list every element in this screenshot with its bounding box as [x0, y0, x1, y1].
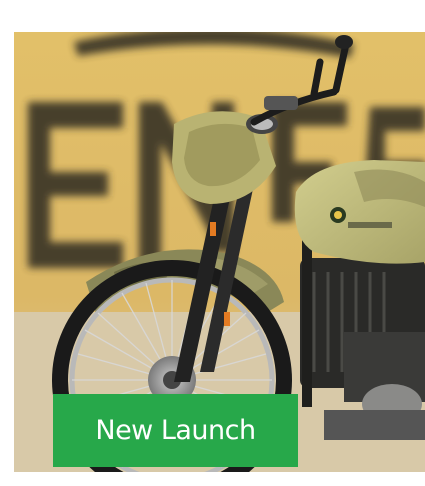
new-launch-badge: New Launch	[53, 394, 298, 467]
product-card[interactable]: New Launch	[14, 32, 425, 472]
